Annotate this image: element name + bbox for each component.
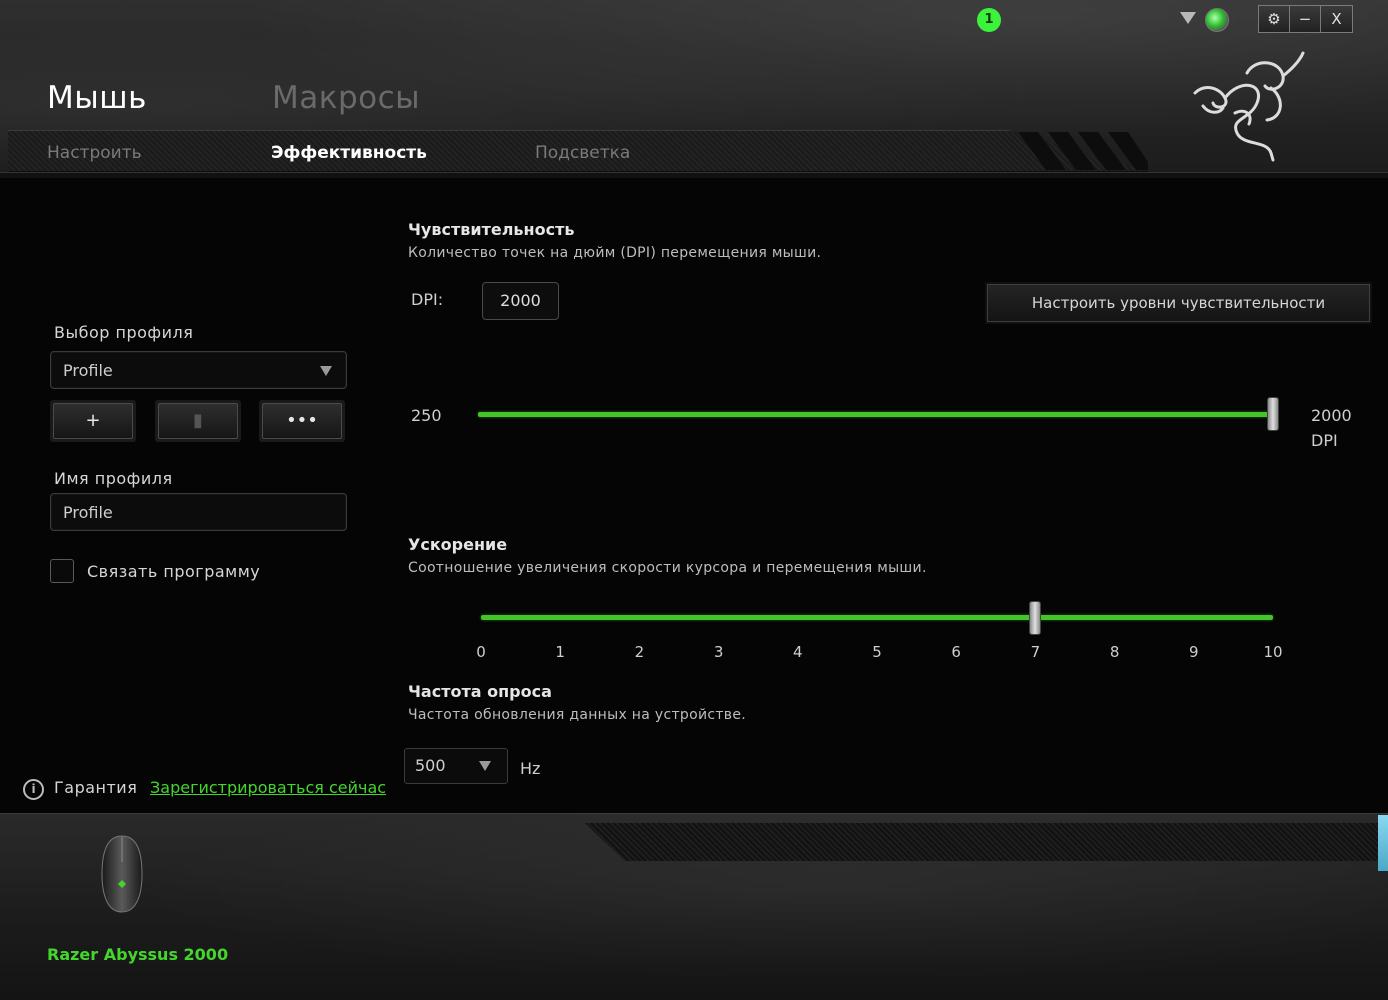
- acceleration-description: Соотношение увеличения скорости курсора …: [408, 560, 927, 576]
- dpi-max-label: 2000: [1311, 406, 1352, 425]
- acceleration-tick-label: 6: [951, 643, 961, 661]
- polling-rate-value: 500: [415, 756, 446, 775]
- profile-name-value: Profile: [63, 502, 113, 522]
- dpi-slider-handle[interactable]: [1267, 397, 1279, 431]
- sensitivity-description: Количество точек на дюйм (DPI) перемещен…: [408, 245, 822, 261]
- acceleration-tick-label: 3: [713, 643, 724, 661]
- dpi-input[interactable]: 2000: [482, 282, 559, 320]
- chevron-down-icon: [320, 366, 332, 376]
- profile-name-label: Имя профиля: [54, 469, 173, 488]
- tab-macros[interactable]: Макросы: [272, 80, 420, 116]
- add-profile-wrap: +: [50, 400, 136, 442]
- notification-badge[interactable]: 1: [977, 8, 1001, 32]
- dropdown-arrow-icon[interactable]: [1180, 12, 1196, 24]
- delete-profile-wrap: ▮: [155, 400, 241, 442]
- acceleration-slider-track[interactable]: [481, 615, 1273, 620]
- chevron-down-icon: [479, 761, 491, 771]
- more-options-button[interactable]: •••: [262, 403, 342, 439]
- polling-rate-dropdown[interactable]: 500: [404, 748, 508, 784]
- mouse-device-icon[interactable]: [98, 834, 146, 914]
- configure-sensitivity-button[interactable]: Настроить уровни чувствительности: [987, 284, 1370, 322]
- acceleration-title: Ускорение: [408, 535, 508, 554]
- close-button[interactable]: X: [1321, 6, 1352, 32]
- polling-title: Частота опроса: [408, 682, 552, 701]
- sensitivity-title: Чувствительность: [408, 220, 575, 239]
- acceleration-slider-handle[interactable]: [1029, 601, 1042, 635]
- acceleration-tick-label: 1: [555, 643, 565, 661]
- dpi-slider-track[interactable]: [478, 412, 1273, 417]
- decorative-stripes: [1018, 132, 1148, 170]
- delete-profile-button[interactable]: ▮: [158, 403, 238, 439]
- acceleration-tick-label: 9: [1189, 643, 1199, 661]
- acceleration-tick-label: 4: [793, 643, 803, 661]
- acceleration-tick-label: 8: [1109, 643, 1120, 661]
- acceleration-tick-label: 5: [872, 643, 882, 661]
- warranty-label: Гарантия: [54, 778, 138, 797]
- window-controls: ⚙ − X: [1258, 5, 1353, 33]
- minimize-button[interactable]: −: [1290, 6, 1321, 32]
- subtab-customize[interactable]: Настроить: [47, 143, 142, 163]
- link-program-checkbox[interactable]: [50, 559, 74, 583]
- subtab-performance[interactable]: Эффективность: [271, 143, 427, 163]
- settings-gear-icon[interactable]: ⚙: [1259, 6, 1290, 32]
- acceleration-tick-label: 2: [634, 643, 645, 661]
- acceleration-tick-label: 10: [1263, 643, 1283, 661]
- tab-mouse[interactable]: Мышь: [47, 80, 147, 116]
- acceleration-tick-label: 0: [476, 643, 486, 661]
- edge-highlight: [1378, 815, 1388, 871]
- footer-pattern: [585, 823, 1380, 861]
- razer-synapse-window: Мышь Макросы Настроить Эффективность Под…: [0, 0, 1388, 1000]
- subtab-lighting[interactable]: Подсветка: [535, 143, 630, 163]
- profile-dropdown[interactable]: Profile: [50, 351, 347, 389]
- dpi-unit-label: DPI: [1311, 431, 1338, 450]
- dpi-label: DPI:: [411, 290, 444, 309]
- trash-icon: ▮: [193, 410, 203, 431]
- acceleration-tick-label: 7: [1030, 643, 1041, 661]
- info-icon: i: [23, 779, 44, 800]
- polling-description: Частота обновления данных на устройстве.: [408, 707, 747, 723]
- profile-dropdown-value: Profile: [63, 360, 113, 380]
- header-divider: [0, 172, 1388, 178]
- more-options-wrap: •••: [259, 400, 345, 442]
- add-profile-button[interactable]: +: [53, 403, 133, 439]
- device-name[interactable]: Razer Abyssus 2000: [47, 945, 228, 964]
- link-program-label: Связать программу: [87, 562, 261, 581]
- razer-snake-logo-icon: [1193, 51, 1305, 162]
- profile-select-label: Выбор профиля: [54, 323, 194, 342]
- profile-name-input[interactable]: Profile: [50, 493, 347, 531]
- online-status-icon[interactable]: [1205, 8, 1229, 32]
- dpi-min-label: 250: [411, 406, 442, 425]
- polling-unit-label: Hz: [520, 759, 541, 778]
- register-now-link[interactable]: Зарегистрироваться сейчас: [150, 778, 386, 797]
